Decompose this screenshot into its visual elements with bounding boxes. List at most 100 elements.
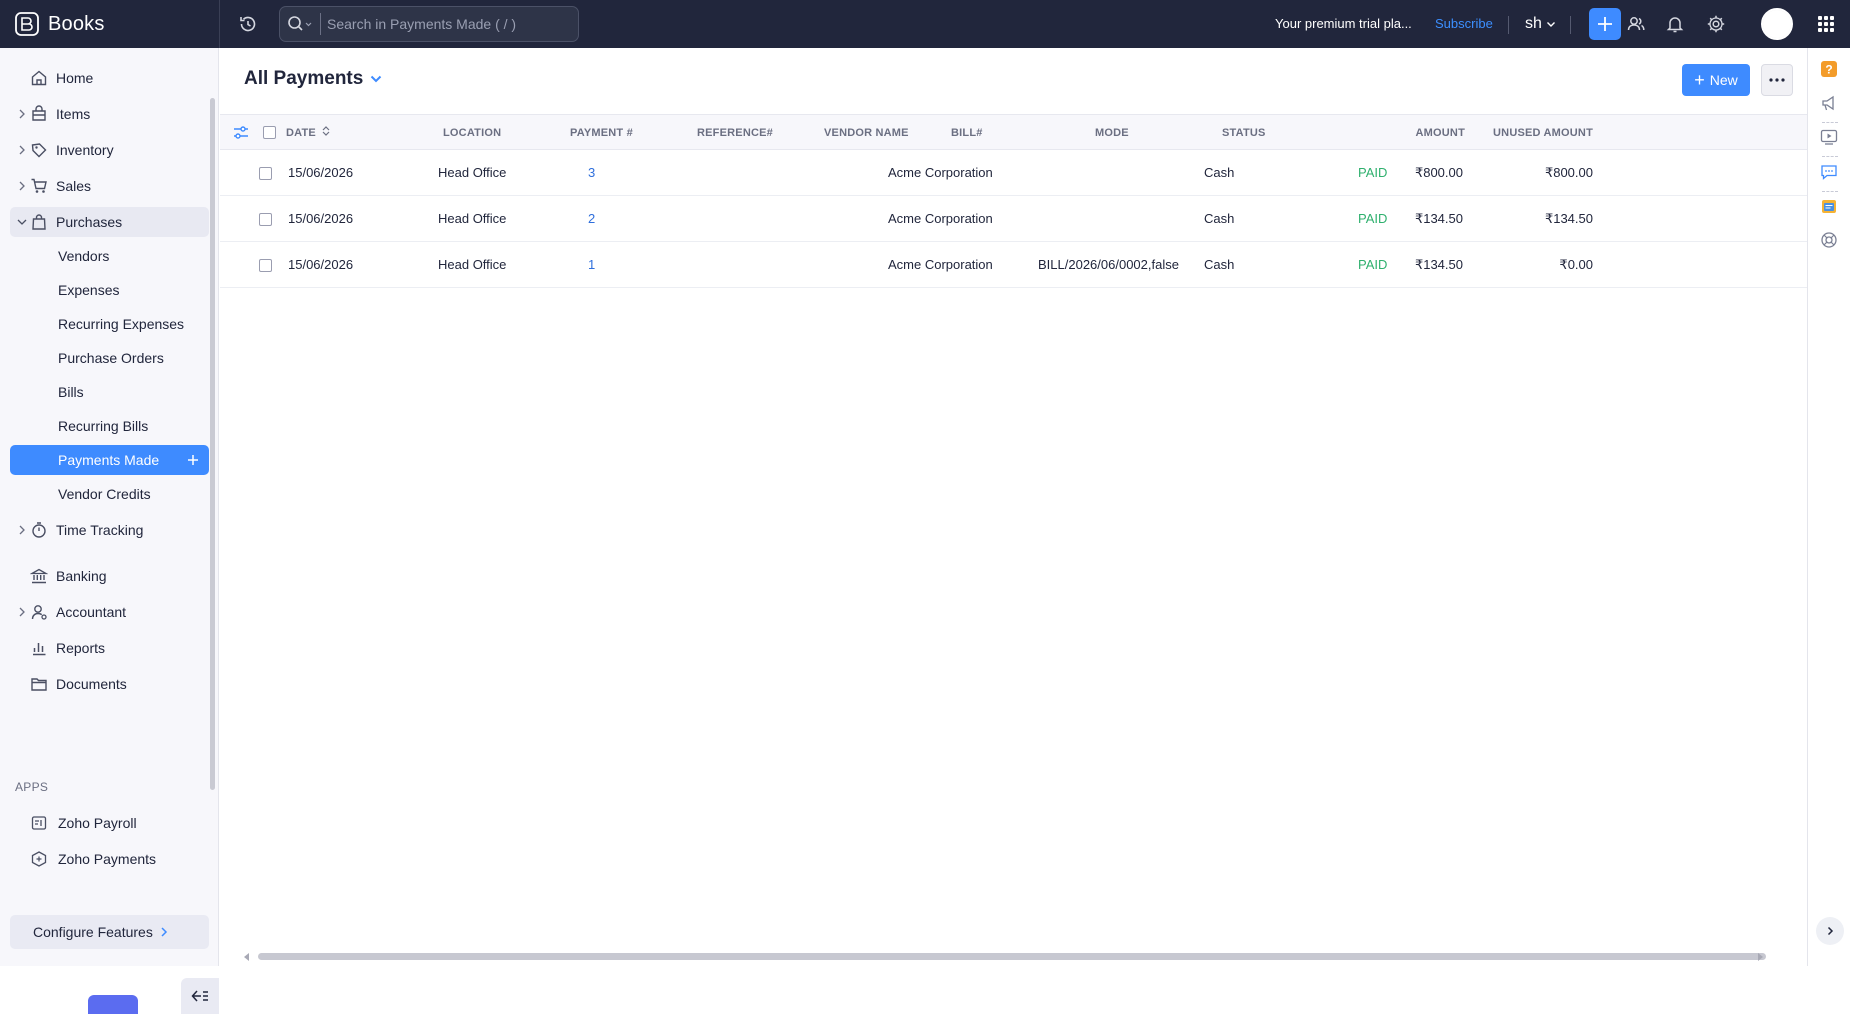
ellipsis-icon (1769, 78, 1785, 82)
help-icon[interactable]: ? (1819, 59, 1839, 79)
select-all-checkbox[interactable] (263, 126, 276, 139)
subscribe-link[interactable]: Subscribe (1435, 0, 1493, 48)
chat-icon[interactable] (1819, 162, 1839, 182)
main-content: All Payments + New DATE LOCATION PAYMENT… (220, 48, 1807, 966)
column-header-mode[interactable]: MODE (1095, 115, 1129, 151)
cell-date: 15/06/2026 (288, 211, 354, 226)
scroll-right-arrow[interactable] (1758, 953, 1763, 961)
column-header-location[interactable]: LOCATION (443, 115, 501, 151)
org-switcher[interactable]: sh (1525, 0, 1556, 48)
table-row[interactable]: 15/06/2026 Head Office 2 Acme Corporatio… (220, 196, 1807, 242)
configure-features-label: Configure Features (33, 924, 153, 940)
sidebar-item-purchases[interactable]: Purchases (10, 207, 209, 237)
search-input[interactable] (327, 16, 567, 32)
cell-payment-number[interactable]: 2 (588, 196, 595, 242)
column-header-date[interactable]: DATE (286, 115, 330, 151)
sidebar-item-banking[interactable]: Banking (10, 561, 209, 591)
sidebar-item-zoho-payments[interactable]: Zoho Payments (10, 844, 209, 874)
row-checkbox[interactable] (259, 213, 272, 226)
sidebar-item-vendors[interactable]: Vendors (10, 241, 209, 271)
sidebar-item-label: Purchases (56, 214, 123, 230)
new-payment-button[interactable]: + New (1682, 64, 1750, 96)
table-row[interactable]: 15/06/2026 Head Office 3 Acme Corporatio… (220, 150, 1807, 196)
scroll-left-arrow[interactable] (244, 953, 249, 961)
sidebar-item-items[interactable]: Items (10, 99, 209, 129)
sidebar-scrollbar[interactable] (210, 98, 215, 790)
app-brand[interactable]: Books (14, 0, 219, 48)
chevron-right-icon (19, 145, 25, 155)
horizontal-scrollbar[interactable] (240, 952, 1766, 962)
sidebar-item-purchase-orders[interactable]: Purchase Orders (10, 343, 209, 373)
chevron-right-icon (19, 525, 25, 535)
chevron-right-icon (19, 607, 25, 617)
column-customize-icon[interactable] (232, 124, 250, 142)
sidebar-item-label: Reports (56, 640, 106, 656)
cell-mode: Cash (1204, 257, 1235, 272)
cell-payment-number[interactable]: 1 (588, 242, 595, 288)
search-icon[interactable] (280, 7, 320, 41)
sidebar-item-recurring-bills[interactable]: Recurring Bills (10, 411, 209, 441)
sidebar-item-label: Vendors (58, 248, 110, 264)
cell-bill: BILL/2026/06/0002,false (1038, 257, 1179, 272)
cell-payment-number[interactable]: 3 (588, 150, 595, 196)
column-header-payment-number[interactable]: PAYMENT # (570, 115, 633, 151)
sidebar-item-label: Inventory (56, 142, 114, 158)
sidebar-item-vendor-credits[interactable]: Vendor Credits (10, 479, 209, 509)
video-tutorial-icon[interactable] (1819, 127, 1839, 147)
user-avatar[interactable] (1761, 8, 1793, 40)
chevron-right-icon (19, 181, 25, 191)
sidebar-item-home[interactable]: Home (10, 63, 209, 93)
quick-create-button[interactable] (1589, 8, 1621, 40)
sidebar-item-inventory[interactable]: Inventory (10, 135, 209, 165)
promo-video-thumbnail[interactable] (88, 995, 138, 1014)
sidebar-item-reports[interactable]: Reports (10, 633, 209, 663)
support-icon[interactable] (1819, 230, 1839, 250)
more-options-button[interactable] (1761, 64, 1793, 96)
home-icon (31, 70, 47, 86)
add-payment-plus-icon[interactable] (183, 450, 203, 470)
global-search[interactable] (279, 6, 579, 42)
table-row[interactable]: 15/06/2026 Head Office 1 Acme Corporatio… (220, 242, 1807, 288)
refer-icon[interactable] (1624, 12, 1648, 36)
sidebar-item-label: Accountant (56, 604, 127, 620)
scrollbar-thumb[interactable] (258, 953, 1766, 960)
configure-features-button[interactable]: Configure Features (10, 915, 209, 949)
column-header-bill[interactable]: BILL# (951, 115, 983, 151)
sidebar-item-zoho-payroll[interactable]: Zoho Payroll (10, 808, 209, 838)
recent-history-icon[interactable] (236, 12, 260, 36)
sidebar-item-payments-made[interactable]: Payments Made (10, 445, 209, 475)
app-grid-icon[interactable] (1814, 12, 1838, 36)
notification-bell-icon[interactable] (1663, 12, 1687, 36)
announcement-icon[interactable] (1819, 93, 1839, 113)
row-checkbox[interactable] (259, 167, 272, 180)
view-selector[interactable]: All Payments (244, 68, 382, 90)
sidebar-item-documents[interactable]: Documents (10, 669, 209, 699)
cell-amount: ₹134.50 (1414, 211, 1463, 226)
sidebar-item-label: Home (56, 70, 94, 86)
notes-app-icon[interactable] (1819, 196, 1839, 216)
sidebar-item-expenses[interactable]: Expenses (10, 275, 209, 305)
sidebar-item-accountant[interactable]: Accountant (10, 597, 209, 627)
sidebar-item-sales[interactable]: Sales (10, 171, 209, 201)
sidebar-item-bills[interactable]: Bills (10, 377, 209, 407)
cell-location: Head Office (438, 211, 507, 226)
gear-icon[interactable] (1704, 12, 1728, 36)
books-logo-icon (15, 12, 39, 36)
app-name: Books (48, 12, 105, 35)
column-header-reference[interactable]: REFERENCE# (697, 115, 773, 151)
column-header-amount[interactable]: AMOUNT (1320, 115, 1465, 151)
sort-icon (322, 126, 330, 136)
sidebar-item-time-tracking[interactable]: Time Tracking (10, 515, 209, 545)
sidebar-item-label: Documents (56, 676, 127, 692)
row-checkbox[interactable] (259, 259, 272, 272)
sidebar-item-recurring-expenses[interactable]: Recurring Expenses (10, 309, 209, 339)
sidebar-item-label: Vendor Credits (58, 486, 151, 502)
collapse-sidebar-button[interactable] (181, 978, 219, 1014)
expand-rail-button[interactable] (1816, 917, 1844, 945)
page-title: All Payments (244, 68, 364, 89)
items-icon (32, 105, 46, 121)
column-header-vendor-name[interactable]: VENDOR NAME (824, 115, 909, 151)
cell-date: 15/06/2026 (288, 165, 354, 180)
column-header-unused-amount[interactable]: UNUSED AMOUNT (1470, 115, 1593, 151)
column-header-status[interactable]: STATUS (1222, 115, 1266, 151)
